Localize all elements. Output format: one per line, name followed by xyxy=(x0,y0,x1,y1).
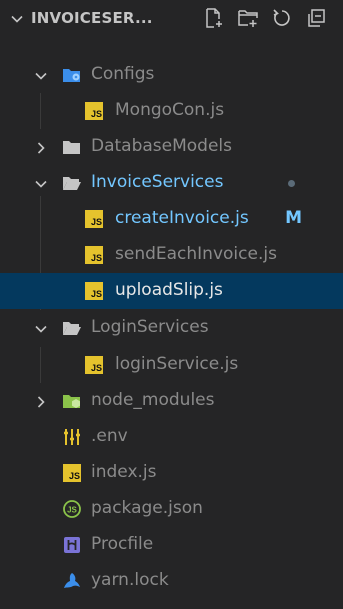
folder-node-icon xyxy=(62,391,82,411)
heroku-icon xyxy=(62,535,82,555)
tree-file-procfile[interactable]: Procfile xyxy=(0,527,343,563)
tree-folder-configs[interactable]: Configs xyxy=(0,57,343,93)
folder-config-icon xyxy=(62,65,82,85)
tree-file-sendeachinvoice[interactable]: JS sendEachInvoice.js xyxy=(0,237,343,273)
chevron-down-icon[interactable] xyxy=(34,321,48,335)
npm-package-icon: JS xyxy=(62,499,82,519)
env-file-icon xyxy=(62,427,82,447)
tree-folder-node-modules[interactable]: node_modules xyxy=(0,383,343,419)
folder-icon xyxy=(62,137,82,157)
javascript-file-icon: JS xyxy=(84,245,104,265)
javascript-file-icon: JS xyxy=(84,101,104,121)
file-label: yarn.lock xyxy=(91,570,169,590)
file-label: uploadSlip.js xyxy=(115,280,223,300)
tree-file-index[interactable]: JS index.js xyxy=(0,455,343,491)
folder-open-icon xyxy=(62,318,82,338)
new-folder-icon[interactable] xyxy=(237,7,259,29)
folder-label: Configs xyxy=(91,64,155,84)
javascript-file-icon: JS xyxy=(62,463,82,483)
new-file-icon[interactable] xyxy=(203,7,225,29)
file-label: MongoCon.js xyxy=(115,100,225,120)
folder-open-icon xyxy=(62,173,82,193)
chevron-down-icon[interactable] xyxy=(34,176,48,190)
folder-label: InvoiceServices xyxy=(91,172,224,192)
tree-folder-loginservices[interactable]: LoginServices xyxy=(0,310,343,346)
chevron-down-icon[interactable] xyxy=(34,68,48,82)
workspace-title[interactable]: INVOICESER... xyxy=(31,9,153,27)
chevron-down-icon[interactable] xyxy=(10,11,24,30)
modified-indicator-dot xyxy=(288,180,295,187)
folder-label: DatabaseModels xyxy=(91,136,233,156)
tree-file-createinvoice[interactable]: JS createInvoice.js M xyxy=(0,201,343,237)
tree-file-mongocon[interactable]: JS MongoCon.js xyxy=(0,93,343,129)
tree-file-loginservice[interactable]: JS loginService.js xyxy=(0,347,343,383)
collapse-all-icon[interactable] xyxy=(305,7,327,29)
tree-file-env[interactable]: .env xyxy=(0,419,343,455)
file-label: loginService.js xyxy=(115,354,239,374)
file-label: Procfile xyxy=(91,534,154,554)
explorer-header: INVOICESER... xyxy=(0,0,343,36)
chevron-right-icon[interactable] xyxy=(34,394,48,408)
tree-folder-invoiceservices[interactable]: InvoiceServices xyxy=(0,165,343,201)
javascript-file-icon: JS xyxy=(84,281,104,301)
file-label: createInvoice.js xyxy=(115,208,249,228)
yarn-icon xyxy=(62,571,82,591)
file-label: index.js xyxy=(91,462,157,482)
tree-file-uploadslip[interactable]: JS uploadSlip.js xyxy=(0,273,343,309)
file-label: package.json xyxy=(91,498,203,518)
tree-file-yarn-lock[interactable]: yarn.lock xyxy=(0,563,343,599)
file-explorer: INVOICESER... Configs JS MongoCon.js Dat… xyxy=(0,0,343,609)
file-label: .env xyxy=(91,426,128,446)
folder-label: node_modules xyxy=(91,390,215,410)
tree-file-package-json[interactable]: JS package.json xyxy=(0,491,343,527)
svg-text:JS: JS xyxy=(67,506,77,515)
modified-badge: M xyxy=(285,208,302,228)
explorer-actions xyxy=(203,7,327,29)
javascript-file-icon: JS xyxy=(84,355,104,375)
file-label: sendEachInvoice.js xyxy=(115,244,277,264)
tree-folder-databasemodels[interactable]: DatabaseModels xyxy=(0,129,343,165)
folder-label: LoginServices xyxy=(91,317,209,337)
refresh-icon[interactable] xyxy=(271,7,293,29)
javascript-file-icon: JS xyxy=(84,209,104,229)
chevron-right-icon[interactable] xyxy=(34,140,48,154)
